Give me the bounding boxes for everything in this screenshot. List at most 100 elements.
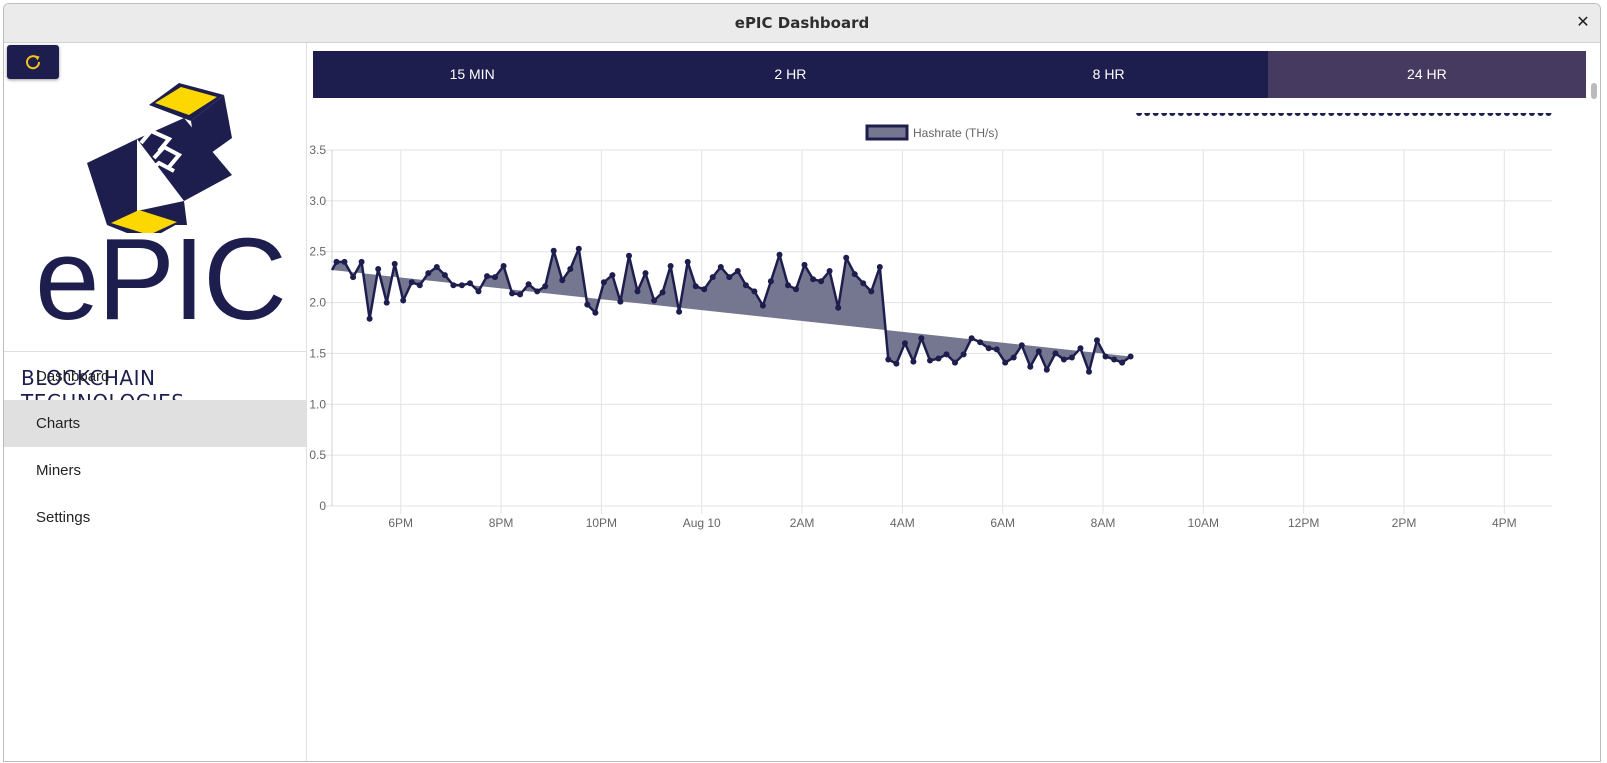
data-point [952,359,958,366]
data-point [676,308,683,315]
data-point [1378,113,1385,116]
y-axis: 0 0.5 1.0 1.5 2.0 2.5 3.0 3.5 [309,143,326,513]
data-point [1211,113,1218,116]
y-tick-label: 1.0 [309,397,326,411]
data-point [400,297,407,304]
data-point [818,278,825,285]
data-point [684,258,691,265]
data-point [617,298,624,305]
data-point [968,335,975,342]
close-button[interactable]: ✕ [1572,12,1594,34]
data-point [1278,113,1285,116]
nav-item-settings[interactable]: Settings [4,494,306,541]
x-tick-label: 8AM [1091,516,1116,530]
data-point [835,304,842,311]
data-point [492,274,498,281]
nav-item-dashboard[interactable]: Dashboard [4,353,306,400]
x-tick-label: 2PM [1392,516,1417,530]
data-point [1094,337,1100,344]
data-point [450,282,457,289]
data-point [609,272,616,279]
data-point [1353,113,1360,116]
data-point [1052,350,1059,357]
data-point [1177,113,1184,116]
data-point [943,351,950,358]
app-window: ePIC Dashboard ✕ ePIC BLOCKCHAIN Dashboa… [3,3,1601,762]
data-point [1086,368,1092,375]
nav-item-miners[interactable]: Miners [4,447,306,494]
data-point [985,345,992,352]
data-point [584,301,591,308]
data-point [1161,113,1168,116]
data-point [1487,113,1494,116]
refresh-icon [26,55,41,70]
x-tick-label: 6PM [388,516,413,530]
data-point [1269,113,1276,116]
data-point [960,351,967,358]
window-title: ePIC Dashboard [734,14,870,32]
data-point [1412,113,1419,116]
data-point [1286,113,1293,116]
time-range-tabs: 15 MIN 2 HR 8 HR 24 HR [313,51,1586,98]
data-point [1043,366,1050,373]
tab-2-hr[interactable]: 2 HR [631,51,950,98]
scrollbar-thumb[interactable] [1591,83,1597,99]
data-point [375,266,382,272]
data-point [592,309,599,316]
data-point [1253,113,1259,116]
data-point [901,340,908,347]
tab-24-hr[interactable]: 24 HR [1267,51,1586,98]
data-point [534,288,541,295]
data-point [910,358,917,365]
data-point [1445,113,1452,116]
data-point [1403,113,1410,116]
data-point [742,282,749,289]
data-point [1462,113,1469,116]
data-point [1010,354,1017,361]
y-tick-label: 0 [319,499,326,513]
refresh-button[interactable] [7,45,59,79]
x-tick-label: 12PM [1288,516,1319,530]
x-axis: 6PM 8PM 10PM Aug 10 2AM 4AM 6AM 8AM 10AM 12PM 2PM 4… [388,516,1516,530]
data-point [408,279,415,286]
data-point [1261,113,1268,116]
data-point [726,274,733,281]
data-point [475,288,482,295]
title-bar: ePIC Dashboard ✕ [4,4,1600,43]
tab-8-hr[interactable]: 8 HR [949,51,1268,98]
data-point [810,276,817,283]
x-tick-label: 4AM [890,516,915,530]
data-point [785,282,791,289]
data-point [1027,363,1034,370]
data-point [1319,113,1326,116]
logo-wordmark: ePIC [35,214,287,344]
data-point [1127,353,1134,360]
data-point [1102,353,1109,360]
data-point [1311,113,1318,116]
data-point [927,357,933,364]
data-point [517,291,524,298]
close-icon: ✕ [1576,14,1590,31]
data-point [1018,342,1025,349]
chart-legend[interactable]: Hashrate (TH/s) [865,124,998,141]
data-point [893,360,900,367]
data-point [826,268,833,274]
nav-item-charts[interactable]: Charts [4,400,306,447]
data-point [1219,113,1226,116]
data-point [542,283,549,290]
data-point [1387,113,1393,116]
hashrate-chart: Hashrate (TH/s) 0 0.5 1.0 1.5 2.0 2.5 3.0 3.5 6… [309,113,1552,530]
data-point [1077,345,1084,352]
tab-15-min[interactable]: 15 MIN [313,51,632,98]
data-point [860,280,867,287]
data-point [391,260,398,267]
sidebar-nav: Dashboard Charts Miners Settings [4,353,306,541]
data-point [659,289,666,296]
data-point [776,251,783,258]
data-point [559,277,566,284]
legend-label: Hashrate (TH/s) [913,126,998,140]
data-point [759,302,766,309]
data-point [1111,356,1118,363]
y-tick-label: 3.5 [309,143,326,157]
data-point [751,288,758,295]
